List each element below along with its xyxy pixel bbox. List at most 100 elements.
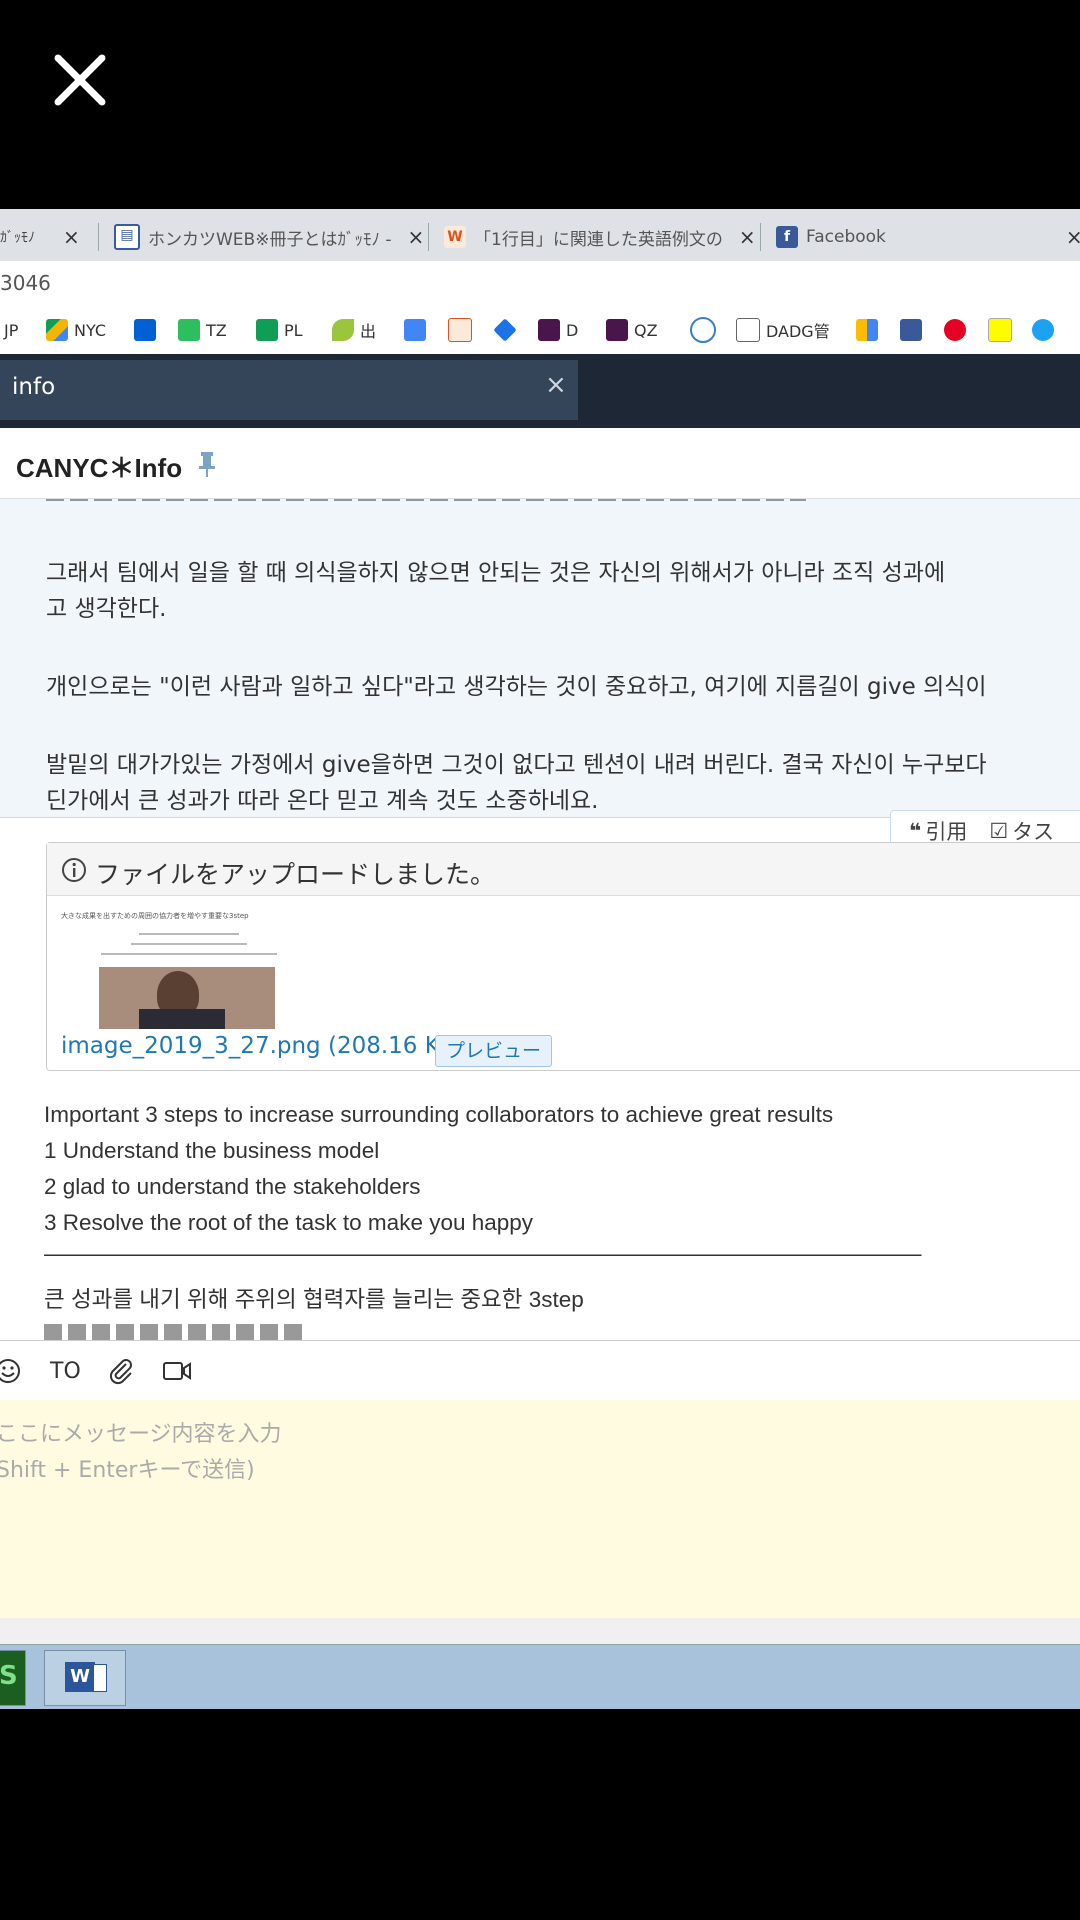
snapchat-icon: [988, 318, 1012, 342]
close-icon[interactable]: [52, 52, 108, 108]
room-tab-label: info: [12, 374, 56, 400]
file-thumbnail[interactable]: 大きな成果を出すための周囲の協力者を増やす重要な3step: [61, 911, 321, 1029]
browser-tab[interactable]: ｶﾞｯﾓﾉ ×: [0, 217, 80, 257]
bookmark-item[interactable]: [1032, 316, 1060, 344]
slack-icon: [538, 319, 560, 341]
bookmark-item[interactable]: DADG管: [736, 316, 830, 344]
form-icon: ▤: [114, 224, 140, 250]
bookmark-item[interactable]: [134, 316, 162, 344]
word-app-icon[interactable]: W: [44, 1650, 126, 1706]
bookmark-item[interactable]: QZ: [606, 316, 658, 344]
tab-divider: [428, 223, 429, 251]
bookmark-label: QZ: [634, 320, 658, 340]
twitter-icon: [1032, 319, 1054, 341]
weblio-icon: [448, 318, 472, 342]
input-placeholder: Shift + Enterキーで送信): [0, 1458, 255, 1483]
bookmark-label: TZ: [206, 320, 227, 340]
message-divider: ———————————————————————————————————————: [44, 1241, 922, 1266]
tab-close-button[interactable]: ×: [1066, 225, 1080, 249]
input-placeholder: ここにメッセージ内容を入力: [0, 1422, 282, 1447]
preview-button[interactable]: プレビュー: [435, 1035, 553, 1067]
room-header: CANYC＊Info: [0, 428, 1080, 499]
slack-icon: [606, 319, 628, 341]
bookmark-label: D: [566, 320, 579, 340]
google-drive-icon: [46, 319, 68, 341]
tab-close-button[interactable]: ×: [63, 225, 80, 249]
composer-footer: [0, 1618, 1080, 1644]
thumbnail-text-line: [139, 933, 239, 935]
video-icon[interactable]: [162, 1355, 192, 1387]
browser-tab[interactable]: ▤ ホンカツWEB※冊子とはｶﾞｯﾓﾉ - ×: [114, 217, 424, 257]
message-text: 딘가에서 큰 성과가 따라 온다 믿고 계속 것도 소중하네요.: [46, 788, 599, 814]
message-text: 1 Understand the business model: [44, 1138, 380, 1163]
bookmark-item[interactable]: [493, 316, 522, 344]
bookmark-item[interactable]: JP: [4, 316, 18, 344]
evernote-icon: [178, 319, 200, 341]
message-text: Important 3 steps to increase surroundin…: [44, 1102, 834, 1127]
tab-label: Facebook: [806, 227, 886, 247]
checkbox-icon: ☑: [989, 819, 1009, 843]
bookmark-item[interactable]: [404, 316, 432, 344]
room-tab-close-button[interactable]: ×: [545, 370, 567, 400]
file-header-text: ファイルをアップロードしました。: [95, 860, 496, 889]
room-tab[interactable]: info ×: [0, 360, 578, 420]
bookmark-label: PL: [284, 320, 303, 340]
tab-divider: [760, 223, 761, 251]
bookmark-item[interactable]: [690, 316, 722, 344]
bookmark-item[interactable]: [856, 316, 884, 344]
weblio-icon: W: [444, 226, 466, 248]
tab-close-button[interactable]: ×: [739, 225, 756, 249]
message-text: 큰 성과를 내기 위해 주위의 협력자를 늘리는 중요한 3step: [44, 1287, 584, 1312]
emoji-icon[interactable]: [0, 1355, 22, 1387]
leaf-icon: [332, 319, 354, 341]
clipped-text-line: [44, 1324, 304, 1340]
bookmark-item[interactable]: TZ: [178, 316, 227, 344]
screenshot-area: ｶﾞｯﾓﾉ × ▤ ホンカツWEB※冊子とはｶﾞｯﾓﾉ - × W 「1行目」に…: [0, 209, 1080, 1709]
app-header: info ×: [0, 354, 1080, 428]
box-icon: [134, 319, 156, 341]
tab-label: 「1行目」に関連した英語例文の: [474, 229, 723, 250]
diamond-icon: [493, 318, 517, 342]
browser-tabbar: ｶﾞｯﾓﾉ × ▤ ホンカツWEB※冊子とはｶﾞｯﾓﾉ - × W 「1行目」に…: [0, 209, 1080, 261]
browser-tab[interactable]: W 「1行目」に関連した英語例文の ×: [444, 217, 756, 257]
file-attachment: ファイルをアップロードしました。 大きな成果を出すための周囲の協力者を増やす重要…: [46, 842, 1080, 1071]
attach-icon[interactable]: [106, 1355, 136, 1387]
bookmark-item[interactable]: 出: [332, 316, 376, 344]
translate-icon: [404, 319, 426, 341]
bookmark-item[interactable]: NYC: [46, 316, 106, 344]
message-text: 3 Resolve the root of the task to make y…: [44, 1210, 534, 1235]
bookmark-item[interactable]: PL: [256, 316, 303, 344]
sheets-icon: [256, 319, 278, 341]
browser-tab[interactable]: f Facebook ×: [776, 217, 1080, 257]
tab-label: ｶﾞｯﾓﾉ: [0, 230, 35, 246]
message-input[interactable]: ここにメッセージ内容を入力 Shift + Enterキーで送信): [0, 1400, 1080, 1619]
bookmark-label: DADG管: [766, 322, 830, 341]
file-download-link[interactable]: image_2019_3_27.png (208.16 KB): [61, 1033, 465, 1059]
message-text: 개인으로는 "이런 사람과 일하고 싶다"라고 생각하는 것이 중요하고, 여기…: [46, 674, 987, 700]
tab-divider: [98, 223, 99, 251]
chatwork-app-icon[interactable]: S: [0, 1650, 26, 1706]
quote-icon: ❝: [909, 819, 922, 843]
taskbar: S W: [0, 1644, 1080, 1709]
tab-label: ホンカツWEB※冊子とはｶﾞｯﾓﾉ -: [148, 229, 392, 250]
bookmark-item[interactable]: [988, 316, 1018, 344]
page-icon: [736, 318, 760, 342]
facebook-icon: [900, 319, 922, 341]
bookmark-label: 出: [360, 322, 377, 341]
pinterest-icon: [944, 319, 966, 341]
message-text: 고 생각한다.: [46, 596, 167, 622]
bookmark-item[interactable]: [900, 316, 928, 344]
bookmark-item[interactable]: [448, 316, 478, 344]
facebook-icon: f: [776, 226, 798, 248]
thumbnail-text-line: [101, 953, 277, 955]
pin-icon[interactable]: [196, 450, 218, 478]
message-text: 2 glad to understand the stakeholders: [44, 1174, 421, 1199]
bookmark-item[interactable]: D: [538, 316, 578, 344]
address-bar[interactable]: 3046: [0, 261, 1080, 306]
room-title: CANYC＊Info: [16, 453, 183, 483]
info-icon: [62, 858, 86, 882]
chat-timeline: 그래서 팀에서 일을 할 때 의식을하지 않으면 안되는 것은 자신의 위해서가…: [0, 499, 1080, 1340]
to-button[interactable]: TO: [50, 1355, 81, 1387]
tab-close-button[interactable]: ×: [408, 225, 425, 249]
bookmark-item[interactable]: [944, 316, 972, 344]
